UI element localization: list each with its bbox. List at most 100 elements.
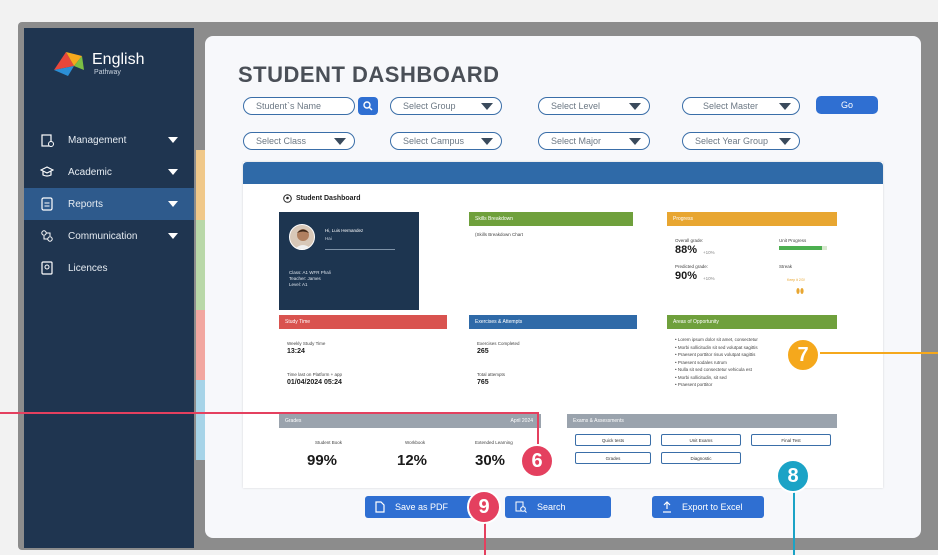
sidebar-item-label: Communication	[68, 230, 138, 242]
select-level-dropdown[interactable]: Select Level	[538, 97, 650, 115]
quick-tests-button[interactable]: Quick tests	[575, 434, 651, 446]
search-action-button[interactable]: Search	[505, 496, 611, 518]
last-online-label: Time last on Platform + app	[287, 372, 342, 377]
report-preview: Student Dashboard Hi, Luis Hernandez Hai…	[243, 162, 883, 488]
select-master-dropdown[interactable]: Select Master	[682, 97, 800, 115]
unit-progress-track	[779, 246, 827, 250]
study-time-panel: Study Time Weekly Study Time 13:24 Time …	[279, 315, 447, 413]
save-as-pdf-button[interactable]: Save as PDF	[365, 496, 475, 518]
profile-level: Level: A1	[289, 282, 308, 287]
chevron-down-icon[interactable]	[168, 201, 178, 207]
diagnostic-button[interactable]: Diagnostic	[661, 452, 741, 464]
sidebar-item-communication[interactable]: Communication	[24, 220, 194, 252]
profile-teacher: Teacher: James	[289, 276, 321, 281]
chevron-down-icon	[629, 138, 641, 145]
sidebar-item-label: Licences	[68, 262, 108, 274]
go-button[interactable]: Go	[816, 96, 878, 114]
grade-label: Extended Learning	[475, 440, 513, 445]
export-to-excel-button[interactable]: Export to Excel	[652, 496, 764, 518]
select-class-dropdown[interactable]: Select Class	[243, 132, 355, 150]
page-title: STUDENT DASHBOARD	[238, 62, 500, 87]
panel-header: Progress	[667, 212, 837, 226]
callout-7-line	[820, 352, 938, 354]
sidebar-item-management[interactable]: Management	[24, 124, 194, 156]
chevron-down-icon[interactable]	[168, 137, 178, 143]
panel-header: Areas of Opportunity	[667, 315, 837, 329]
sidebar: English Pathway Management Academic Repo…	[24, 28, 194, 548]
callout-badge-9: 9	[467, 490, 501, 524]
student-name-input[interactable]: Student`s Name	[243, 97, 355, 115]
search-icon	[363, 101, 373, 111]
callout-6-line	[0, 412, 538, 414]
exercises-panel: Exercises & Attempts Exercises Completed…	[469, 315, 637, 413]
grades-panel: Grades April 2024 Student Book Workbook …	[279, 414, 541, 480]
predicted-grade-label: Predicted grade:	[675, 264, 709, 269]
sidebar-item-licences[interactable]: Licences	[24, 252, 194, 284]
total-attempts-label: Total attempts	[477, 372, 506, 377]
report-title: Student Dashboard	[283, 194, 361, 203]
chevron-down-icon	[779, 103, 791, 110]
sidebar-item-reports[interactable]: Reports	[24, 188, 194, 220]
logo-subtitle: Pathway	[94, 68, 121, 76]
progress-panel: Progress Overall grade: 88% +10% Predict…	[667, 212, 837, 310]
list-item: • Praesent sodales rutrum	[675, 359, 727, 365]
panel-header: Study Time	[279, 315, 447, 329]
grade-value: 30%	[475, 452, 506, 469]
report-header-bar	[243, 162, 883, 184]
footprints-icon	[795, 283, 805, 301]
dashboard-icon	[283, 194, 292, 203]
profile-subtitle: Hai	[325, 236, 332, 241]
licence-icon	[40, 261, 54, 275]
final-test-button[interactable]: Final Test	[751, 434, 831, 446]
logo-title: English	[92, 50, 145, 68]
document-icon	[40, 197, 54, 211]
sidebar-item-label: Academic	[68, 166, 112, 178]
overall-grade-change: +10%	[703, 250, 715, 255]
sidebar-item-label: Management	[68, 134, 127, 146]
overall-grade-label: Overall grade:	[675, 238, 704, 243]
unit-exams-button[interactable]: Unit Exams	[661, 434, 741, 446]
predicted-grade-change: +10%	[703, 276, 715, 281]
chevron-down-icon[interactable]	[168, 169, 178, 175]
grade-label: Student Book	[315, 440, 343, 445]
list-item: • Nulla sit sed consectetur vehicula est	[675, 367, 752, 372]
profile-class: Class: A1 WFR Phali	[289, 270, 331, 275]
panel-header: Exams & Assessments	[567, 414, 837, 428]
search-button[interactable]	[358, 97, 378, 115]
unit-progress-label: Unit Progress	[779, 238, 807, 243]
sidebar-item-label: Reports	[68, 198, 104, 210]
select-group-dropdown[interactable]: Select Group	[390, 97, 502, 115]
upload-icon	[663, 501, 671, 513]
grade-value: 12%	[397, 452, 428, 469]
callout-badge-7: 7	[786, 338, 820, 372]
main-content: STUDENT DASHBOARD Student`s Name Select …	[205, 36, 921, 538]
select-campus-dropdown[interactable]: Select Campus	[390, 132, 502, 150]
document-search-icon	[515, 501, 527, 513]
chevron-down-icon[interactable]	[168, 233, 178, 239]
last-online-value: 01/04/2024 05:24	[287, 379, 342, 386]
chevron-down-icon	[779, 138, 791, 145]
callout-8-line	[793, 490, 795, 555]
sidebar-item-academic[interactable]: Academic	[24, 156, 194, 188]
select-year-group-dropdown[interactable]: Select Year Group	[682, 132, 800, 150]
grade-value: 99%	[307, 452, 338, 469]
chevron-down-icon	[334, 138, 346, 145]
sidebar-nav: Management Academic Reports Communicatio…	[24, 124, 194, 284]
panel-header: Exercises & Attempts	[469, 315, 637, 329]
streak-note: Keep it 2/3!	[787, 278, 805, 282]
select-major-dropdown[interactable]: Select Major	[538, 132, 650, 150]
grades-button[interactable]: Grades	[575, 452, 651, 464]
skills-chart-placeholder: (Skills Breakdown Chart	[475, 232, 524, 237]
callout-badge-6: 6	[520, 444, 554, 478]
overall-grade-value: 88%	[675, 244, 698, 256]
list-item: • Morbi sollicitudin, sit sed	[675, 374, 727, 380]
chevron-down-icon	[481, 138, 493, 145]
callout-9-line	[484, 520, 486, 555]
list-item: • Lorem ipsum dolor sit amet, consectetu…	[675, 337, 758, 342]
student-profile-card: Hi, Luis Hernandez Hai Class: A1 WFR Pha…	[279, 212, 419, 310]
communication-icon	[40, 229, 54, 243]
divider	[325, 249, 395, 250]
avatar	[289, 224, 315, 250]
management-icon	[40, 133, 54, 147]
app-logo[interactable]: English Pathway	[52, 48, 144, 78]
